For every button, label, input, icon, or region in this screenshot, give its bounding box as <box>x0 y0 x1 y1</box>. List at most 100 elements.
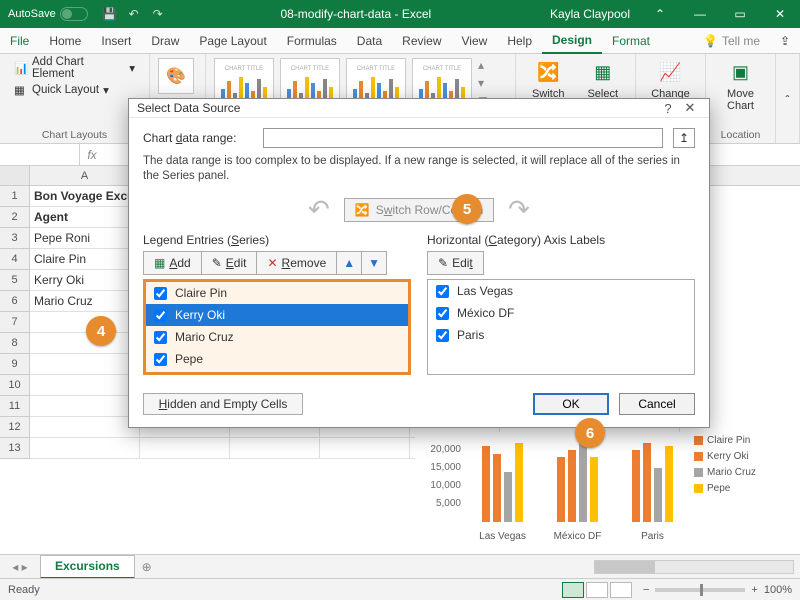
tab-design[interactable]: Design <box>542 28 602 54</box>
category-checkbox[interactable] <box>436 307 449 320</box>
tab-draw[interactable]: Draw <box>141 28 189 54</box>
cell-A1[interactable]: Bon Voyage Excursions <box>30 186 140 207</box>
sheet-tab-excursions[interactable]: Excursions <box>40 555 135 579</box>
row-header-4[interactable]: 4 <box>0 249 30 270</box>
add-chart-element-button[interactable]: 📊Add Chart Element▾ <box>8 58 141 78</box>
series-checkbox[interactable] <box>154 353 167 366</box>
series-item[interactable]: Mario Cruz <box>146 326 408 348</box>
redo-icon[interactable]: ↷ <box>150 6 166 22</box>
series-item[interactable]: Kerry Oki <box>146 304 408 326</box>
tab-page-layout[interactable]: Page Layout <box>189 28 276 54</box>
ribbon-options-icon[interactable]: ⌃ <box>640 0 680 28</box>
zoom-in-icon[interactable]: + <box>751 584 757 596</box>
series-checkbox[interactable] <box>154 287 167 300</box>
cell-A11[interactable] <box>30 396 140 417</box>
horizontal-scrollbar[interactable] <box>159 560 800 574</box>
move-chart-button[interactable]: ▣Move Chart <box>714 58 767 112</box>
row-header-12[interactable]: 12 <box>0 417 30 438</box>
cell-A13[interactable] <box>30 438 140 459</box>
row-header-2[interactable]: 2 <box>0 207 30 228</box>
zoom-slider[interactable] <box>655 588 745 592</box>
hidden-empty-cells-button[interactable]: Hidden and Empty Cells <box>143 393 303 415</box>
category-item[interactable]: México DF <box>428 302 694 324</box>
row-header-9[interactable]: 9 <box>0 354 30 375</box>
name-box[interactable] <box>0 144 80 165</box>
cell-C13[interactable] <box>230 438 320 459</box>
tab-formulas[interactable]: Formulas <box>277 28 347 54</box>
tab-view[interactable]: View <box>452 28 498 54</box>
series-remove-button[interactable]: ✕Remove <box>257 252 337 274</box>
category-checkbox[interactable] <box>436 285 449 298</box>
fx-icon[interactable]: fx <box>80 148 104 162</box>
close-icon[interactable]: ✕ <box>760 0 800 28</box>
cell-A8[interactable] <box>30 333 140 354</box>
minimize-icon[interactable]: — <box>680 0 720 28</box>
embedded-chart[interactable]: Claire PinKerry OkiMario CruzPepe 5,0001… <box>415 432 770 542</box>
tab-format[interactable]: Format <box>602 28 660 54</box>
row-header-3[interactable]: 3 <box>0 228 30 249</box>
cell-A5[interactable]: Kerry Oki <box>30 270 140 291</box>
series-item[interactable]: Pepe <box>146 348 408 370</box>
quick-layout-button[interactable]: ▦Quick Layout▾ <box>8 80 115 100</box>
share-button[interactable]: ⇪ <box>770 34 800 48</box>
tab-review[interactable]: Review <box>392 28 451 54</box>
dialog-titlebar[interactable]: Select Data Source ? ✕ <box>129 99 709 118</box>
ok-button[interactable]: OK <box>533 393 609 415</box>
ribbon-collapse[interactable]: ˆ <box>776 54 800 143</box>
row-header-1[interactable]: 1 <box>0 186 30 207</box>
cell-D13[interactable] <box>320 438 410 459</box>
save-icon[interactable]: 💾 <box>102 6 118 22</box>
series-move-down-button[interactable]: ▼ <box>362 252 386 274</box>
cell-A3[interactable]: Pepe Roni <box>30 228 140 249</box>
series-add-button[interactable]: ▦Add <box>144 252 202 274</box>
category-checkbox[interactable] <box>436 329 449 342</box>
series-checkbox[interactable] <box>154 309 167 322</box>
undo-icon[interactable]: ↶ <box>126 6 142 22</box>
category-item[interactable]: Paris <box>428 324 694 346</box>
row-header-10[interactable]: 10 <box>0 375 30 396</box>
tell-me[interactable]: 💡 Tell me <box>693 34 770 48</box>
category-item[interactable]: Las Vegas <box>428 280 694 302</box>
chart-data-range-input[interactable] <box>263 128 663 148</box>
series-move-up-button[interactable]: ▲ <box>337 252 362 274</box>
row-header-13[interactable]: 13 <box>0 438 30 459</box>
help-icon[interactable]: ? <box>657 101 679 116</box>
zoom-control[interactable]: − + 100% <box>643 584 792 596</box>
user-name[interactable]: Kayla Claypool <box>540 7 640 21</box>
add-sheet-button[interactable]: ⊕ <box>135 560 159 574</box>
maximize-icon[interactable]: ▭ <box>720 0 760 28</box>
close-dialog-icon[interactable]: ✕ <box>679 100 701 116</box>
cancel-button[interactable]: Cancel <box>619 393 695 415</box>
series-item[interactable]: Claire Pin <box>146 282 408 304</box>
tab-file[interactable]: File <box>0 28 39 54</box>
sheet-nav[interactable]: ◂ ▸ <box>0 560 40 574</box>
row-header-8[interactable]: 8 <box>0 333 30 354</box>
series-edit-button[interactable]: ✎Edit <box>202 252 258 274</box>
row-header-6[interactable]: 6 <box>0 291 30 312</box>
autosave-toggle[interactable]: AutoSave <box>0 7 96 21</box>
cell-A4[interactable]: Claire Pin <box>30 249 140 270</box>
cell-A9[interactable] <box>30 354 140 375</box>
cell-A10[interactable] <box>30 375 140 396</box>
row-header-7[interactable]: 7 <box>0 312 30 333</box>
cell-A7[interactable] <box>30 312 140 333</box>
tab-help[interactable]: Help <box>497 28 542 54</box>
category-list[interactable]: Las VegasMéxico DFParis <box>427 279 695 375</box>
col-header-A[interactable]: A <box>30 166 140 185</box>
view-page-break-button[interactable] <box>610 582 632 598</box>
tab-data[interactable]: Data <box>347 28 392 54</box>
view-normal-button[interactable] <box>562 582 584 598</box>
series-checkbox[interactable] <box>154 331 167 344</box>
row-header-11[interactable]: 11 <box>0 396 30 417</box>
tab-home[interactable]: Home <box>39 28 91 54</box>
cell-B13[interactable] <box>140 438 230 459</box>
series-list[interactable]: Claire PinKerry OkiMario CruzPepe <box>143 279 411 375</box>
axis-edit-button[interactable]: ✎Edit <box>428 252 483 274</box>
row-header-5[interactable]: 5 <box>0 270 30 291</box>
cell-A12[interactable] <box>30 417 140 438</box>
tab-insert[interactable]: Insert <box>91 28 141 54</box>
cell-A6[interactable]: Mario Cruz <box>30 291 140 312</box>
zoom-out-icon[interactable]: − <box>643 584 649 596</box>
cell-A2[interactable]: Agent <box>30 207 140 228</box>
view-page-layout-button[interactable] <box>586 582 608 598</box>
